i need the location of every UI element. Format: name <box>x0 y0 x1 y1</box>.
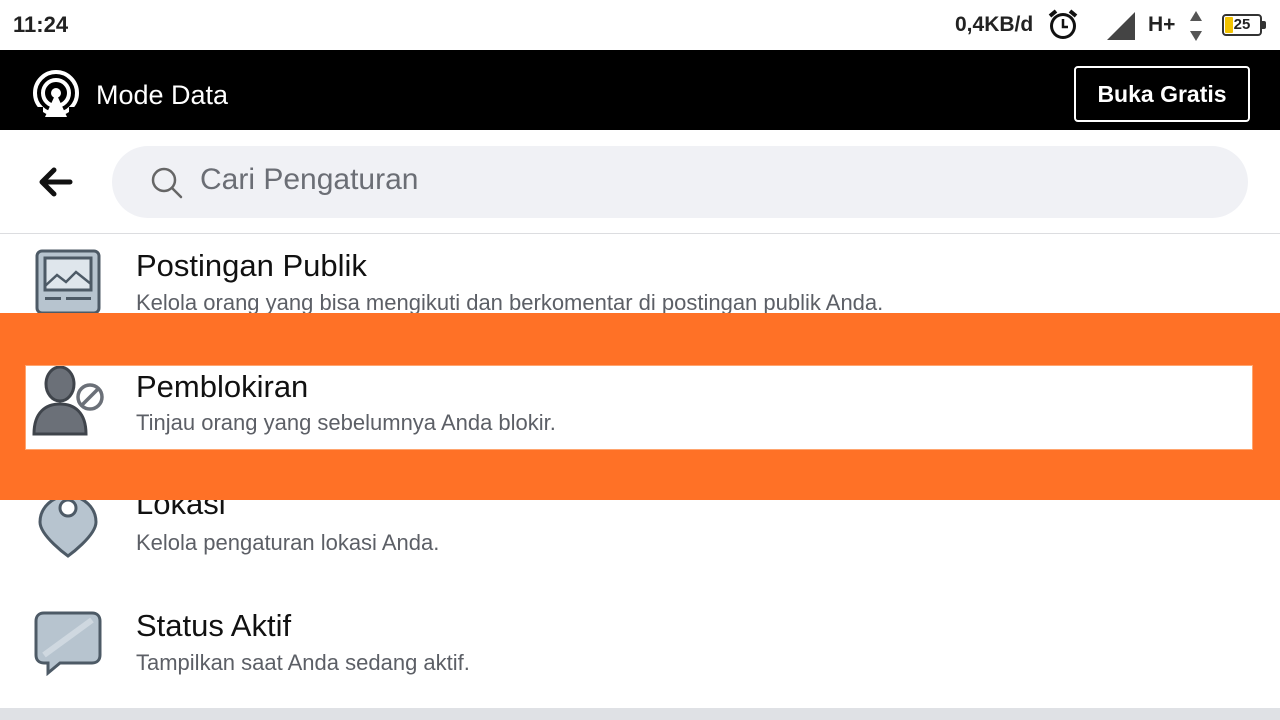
settings-item-description: Kelola pengaturan lokasi Anda. <box>136 530 440 555</box>
settings-item-location[interactable]: Lokasi Kelola pengaturan lokasi Anda. <box>0 500 1280 585</box>
mode-data-bar: Mode Data Buka Gratis <box>0 50 1280 130</box>
settings-item-description: Tampilkan saat Anda sedang aktif. <box>136 650 470 675</box>
blocked-user-icon <box>30 365 110 447</box>
location-pin-icon <box>38 500 114 570</box>
bottom-divider <box>0 708 1280 720</box>
alarm-icon <box>1046 8 1080 47</box>
battery-level: 25 <box>1233 16 1251 33</box>
search-input[interactable]: Cari Pengaturan <box>112 146 1248 218</box>
battery-icon: 25 <box>1222 14 1266 36</box>
free-mode-button[interactable]: Buka Gratis <box>1074 66 1250 122</box>
settings-item-title: Lokasi <box>136 500 226 521</box>
status-bar: 11:24 0,4KB/d H+ 25 <box>0 0 1280 50</box>
search-placeholder: Cari Pengaturan <box>200 163 419 196</box>
broadcast-icon <box>31 69 81 124</box>
settings-item-active-status[interactable]: Status Aktif Tampilkan saat Anda sedang … <box>0 590 1280 700</box>
data-arrows-icon <box>1189 11 1203 46</box>
search-icon <box>150 166 184 205</box>
settings-item-blocking[interactable]: Pemblokiran Tinjau orang yang sebelumnya… <box>25 365 1253 450</box>
mode-title: Mode Data <box>96 80 229 110</box>
chat-bubble-icon <box>34 610 110 686</box>
search-header: Cari Pengaturan <box>0 130 1280 234</box>
signal-icon <box>1105 10 1137 47</box>
settings-item-title: Pemblokiran <box>136 369 309 404</box>
settings-item-title: Postingan Publik <box>136 248 367 283</box>
network-type: H+ <box>1148 13 1176 36</box>
status-data-speed: 0,4KB/d <box>955 13 1034 36</box>
settings-item-title: Status Aktif <box>136 608 292 643</box>
back-arrow-icon[interactable] <box>36 164 76 200</box>
settings-item-description: Tinjau orang yang sebelumnya Anda blokir… <box>136 410 556 435</box>
status-time: 11:24 <box>13 12 69 37</box>
